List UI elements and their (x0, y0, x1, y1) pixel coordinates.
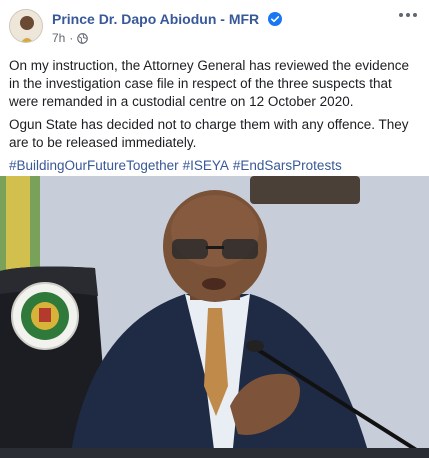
author-name-link[interactable]: Prince Dr. Dapo Abiodun - MFR (52, 11, 259, 27)
hashtag-endsarsprotests[interactable]: #EndSarsProtests (233, 158, 342, 173)
hashtag-iseya[interactable]: #ISEYA (183, 158, 229, 173)
post-meta: 7h · (52, 31, 89, 45)
post-paragraph-2: Ogun State has decided not to charge the… (9, 117, 409, 150)
hashtag-building-our-future-together[interactable]: #BuildingOurFutureTogether (9, 158, 179, 173)
post-timestamp[interactable]: 7h (52, 31, 65, 45)
avatar-image (10, 10, 42, 42)
post-header: Prince Dr. Dapo Abiodun - MFR 7h · (0, 0, 429, 52)
globe-icon[interactable] (77, 32, 89, 44)
post-photo[interactable] (0, 176, 429, 458)
hashtag-list: #BuildingOurFutureTogether #ISEYA #EndSars… (9, 157, 421, 175)
photo-illustration (0, 176, 429, 458)
verified-badge-icon (268, 12, 282, 26)
meta-separator: · (69, 31, 74, 45)
author-avatar[interactable] (9, 9, 43, 43)
more-options-icon[interactable] (398, 8, 418, 22)
post-paragraph-1: On my instruction, the Attorney General … (9, 58, 409, 109)
post-body: On my instruction, the Attorney General … (9, 57, 421, 180)
